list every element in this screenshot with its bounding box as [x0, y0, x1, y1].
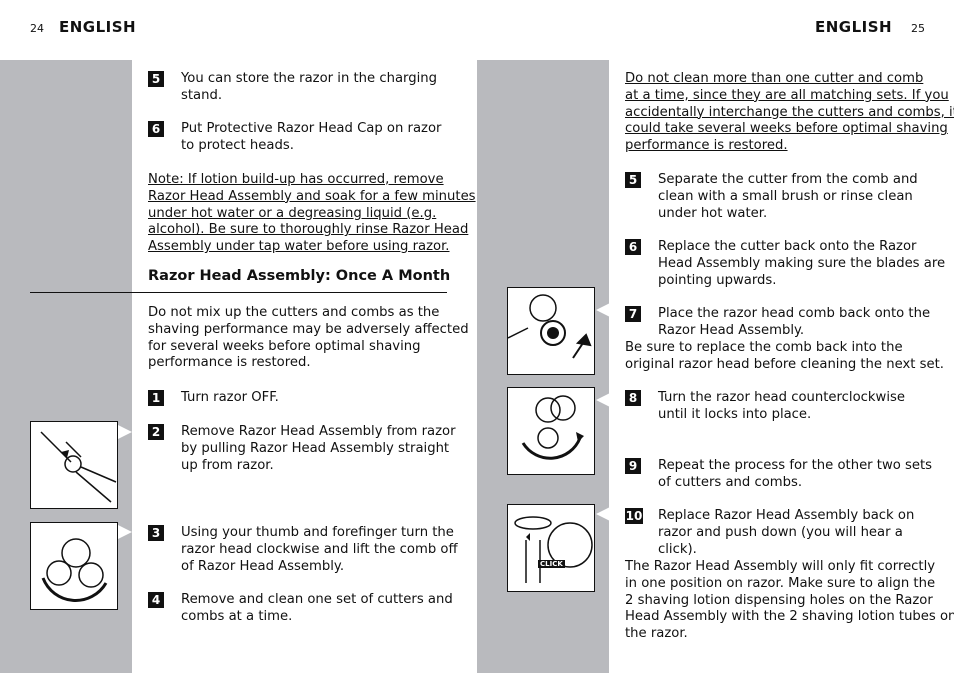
step-text: You can store the razor in the charging s…	[181, 71, 437, 105]
step-number: 7	[625, 306, 641, 322]
text-line: performance is restored.	[625, 138, 788, 154]
text-line: Head Assembly with the 2 shaving lotion …	[625, 609, 954, 625]
step-text: Remove and clean one set of cutters and c…	[181, 592, 453, 626]
pointer	[596, 507, 610, 521]
text-line: Be sure to replace the comb back into th…	[625, 340, 903, 355]
text-line: Replace the cutter back onto the Razor	[658, 239, 917, 254]
text-line: razor head clockwise and lift the comb o…	[181, 541, 458, 557]
step-text: Repeat the process for the other two set…	[658, 458, 932, 492]
text-line: in one position on razor. Make sure to a…	[625, 575, 936, 591]
pointer	[118, 525, 132, 539]
page-number-left: 24	[30, 22, 44, 35]
text-line: could take several weeks before optimal …	[625, 121, 948, 137]
text-line: Remove Razor Head Assembly from razor	[181, 424, 456, 439]
text-line: Razor Head Assembly.	[658, 322, 805, 338]
step-number: 3	[148, 525, 164, 541]
text-line: Separate the cutter from the comb and	[658, 172, 918, 187]
text-line: for several weeks before optimal shaving	[148, 338, 421, 354]
step-text: Turn the razor head counterclockwise unti…	[658, 390, 905, 424]
step-number: 1	[148, 390, 164, 406]
step-text: Place the razor head comb back onto the R…	[658, 306, 930, 340]
page-number-right: 25	[911, 22, 925, 35]
text-line: to protect heads.	[181, 137, 294, 153]
text-line: You can store the razor in the charging	[181, 71, 437, 86]
step-text: Replace Razor Head Assembly back on razor…	[658, 508, 914, 558]
click-head-illustration: CLICK	[507, 504, 595, 592]
text-line: The Razor Head Assembly will only fit co…	[625, 559, 936, 574]
lotion-note: Note: If lotion build-up has occurred, r…	[148, 172, 476, 256]
header-right: ENGLISH	[815, 18, 893, 36]
text-line: Assembly under tap water before using ra…	[148, 239, 450, 255]
text-line: Turn razor OFF.	[181, 390, 279, 405]
text-line: Repeat the process for the other two set…	[658, 458, 933, 473]
text-line: stand.	[181, 87, 223, 103]
text-line: click).	[658, 541, 697, 557]
step-number: 9	[625, 458, 641, 474]
text-line: Place the razor head comb back onto the	[658, 306, 931, 321]
step-number: 5	[625, 172, 641, 188]
text-line: performance is restored.	[148, 355, 311, 371]
section-heading: Razor Head Assembly: Once A Month	[148, 268, 451, 284]
pointer	[118, 425, 132, 439]
step-text: Put Protective Razor Head Cap on razor to…	[181, 121, 441, 155]
step-number: 8	[625, 390, 641, 406]
manual-spread: 24 ENGLISH ENGLISH 25 5 You can store th…	[0, 0, 954, 673]
remove-head-illustration	[30, 421, 118, 509]
text-line: Head Assembly making sure the blades are	[658, 255, 946, 271]
text-line: at a time, since they are all matching s…	[625, 87, 949, 103]
text-line: Turn the razor head counterclockwise	[658, 390, 905, 405]
section-divider	[30, 292, 447, 293]
pointer	[596, 303, 610, 317]
step-text: Using your thumb and forefinger turn the…	[181, 525, 458, 575]
text-line: Put Protective Razor Head Cap on razor	[181, 121, 442, 136]
text-line: alcohol). Be sure to thoroughly rinse Ra…	[148, 222, 469, 238]
click-label: CLICK	[538, 560, 565, 568]
text-line: razor and push down (you will hear a	[658, 524, 903, 540]
step-note: Be sure to replace the comb back into th…	[625, 340, 944, 374]
text-line: under hot water or a degreasing liquid (…	[148, 205, 437, 221]
text-line: Do not mix up the cutters and combs as t…	[148, 305, 440, 320]
step-number: 2	[148, 424, 164, 440]
step-text: Turn razor OFF.	[181, 390, 279, 407]
text-line: clean with a small brush or rinse clean	[658, 188, 913, 204]
text-line: of Razor Head Assembly.	[181, 558, 345, 574]
text-line: pointing upwards.	[658, 272, 777, 288]
replace-comb-illustration	[507, 287, 595, 375]
step-number: 4	[148, 592, 164, 608]
matching-sets-warning: Do not clean more than one cutter and co…	[625, 71, 954, 155]
text-line: Remove and clean one set of cutters and	[181, 592, 453, 607]
text-line: the razor.	[625, 626, 688, 642]
text-line: up from razor.	[181, 457, 274, 473]
text-line: Note: If lotion build-up has occurred, r…	[148, 172, 444, 187]
step-number: 6	[148, 121, 164, 137]
text-line: combs at a time.	[181, 608, 293, 624]
intro-text: Do not mix up the cutters and combs as t…	[148, 305, 469, 372]
step-text: Separate the cutter from the comb and cle…	[658, 172, 918, 222]
text-line: Using your thumb and forefinger turn the	[181, 525, 454, 540]
text-line: Razor Head Assembly and soak for a few m…	[148, 188, 476, 204]
step-number: 10	[625, 508, 643, 524]
step-text: Replace the cutter back onto the Razor He…	[658, 239, 945, 289]
text-line: original razor head before cleaning the …	[625, 356, 944, 372]
header-left: ENGLISH	[59, 18, 137, 36]
step-number: 6	[625, 239, 641, 255]
text-line: by pulling Razor Head Assembly straight	[181, 440, 450, 456]
text-line: shaving performance may be adversely aff…	[148, 321, 469, 337]
text-line: Replace Razor Head Assembly back on	[658, 508, 915, 523]
text-line: Do not clean more than one cutter and co…	[625, 71, 924, 86]
text-line: 2 shaving lotion dispensing holes on the…	[625, 592, 933, 608]
step-text: Remove Razor Head Assembly from razor by …	[181, 424, 456, 474]
pointer	[596, 393, 610, 407]
step-number: 5	[148, 71, 164, 87]
text-line: of cutters and combs.	[658, 474, 803, 490]
twist-head-illustration	[30, 522, 118, 610]
text-line: under hot water.	[658, 205, 768, 221]
text-line: until it locks into place.	[658, 406, 812, 422]
step-note: The Razor Head Assembly will only fit co…	[625, 559, 954, 643]
lock-head-illustration	[507, 387, 595, 475]
text-line: accidentally interchange the cutters and…	[625, 104, 954, 120]
